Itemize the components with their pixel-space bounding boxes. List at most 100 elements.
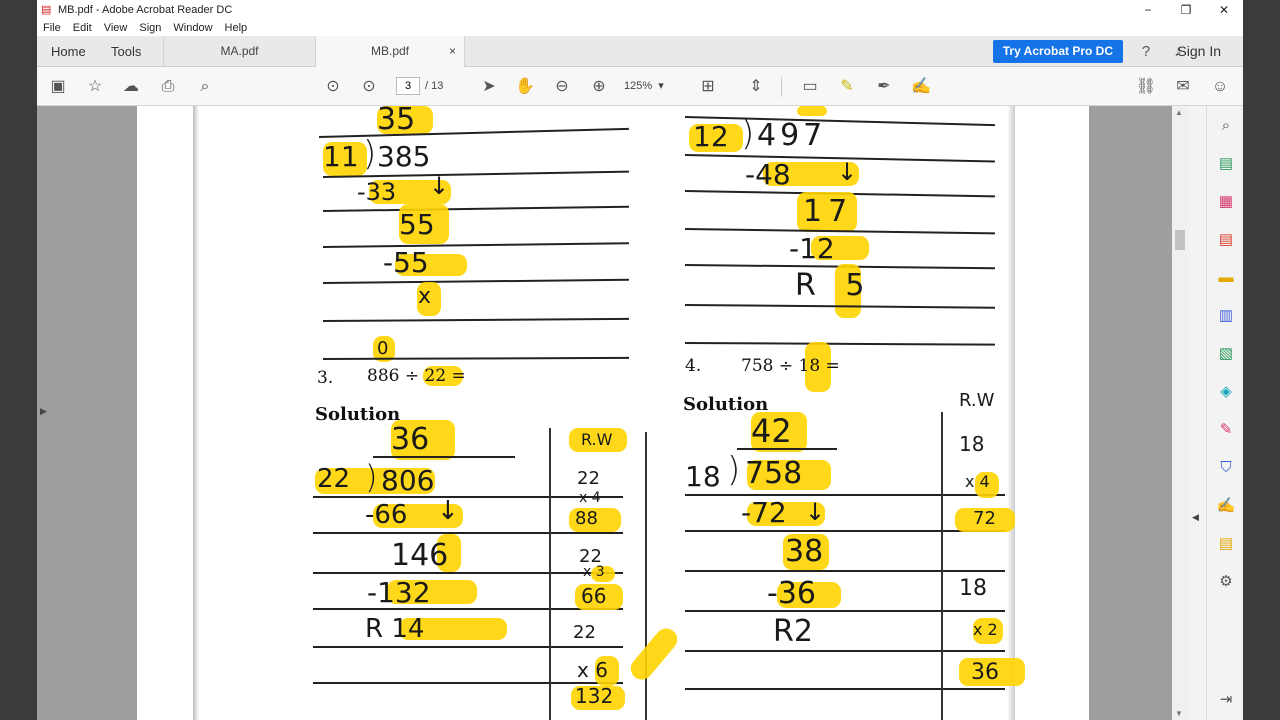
- toolbar: ▣ ☆ ☁ ⎙ ⌕ ⊙ ⊙ 3 / 13 ➤ ✋ ⊖ ⊕ 125% ▾ ⊞ ⇕ …: [37, 67, 1243, 106]
- p3-divisor: 22: [317, 464, 351, 494]
- title-bar: ▤ MB.pdf - Adobe Acrobat Reader DC − ❐ ✕: [37, 0, 1243, 20]
- restore-button[interactable]: ❐: [1167, 0, 1205, 20]
- export-pdf-icon[interactable]: ▤: [1216, 154, 1236, 174]
- left-top-step-4: x: [418, 284, 432, 309]
- create-pdf-icon[interactable]: ▤: [1216, 230, 1236, 250]
- p3-rough-item: 22: [573, 622, 596, 643]
- comment-panel-icon[interactable]: ▬: [1216, 268, 1236, 288]
- zoom-level-select[interactable]: 125% ▾: [624, 77, 678, 95]
- search-icon[interactable]: ⌕: [194, 76, 216, 98]
- tab-ma-pdf[interactable]: MA.pdf: [163, 36, 315, 67]
- hand-tool-icon[interactable]: ✋: [514, 76, 536, 98]
- draw-pen-icon[interactable]: ✒: [873, 76, 895, 98]
- problem-3-expression: 886 ÷ 22 =: [367, 366, 466, 386]
- fill-sign-panel-icon[interactable]: ✎: [1216, 420, 1236, 440]
- menu-sign[interactable]: Sign: [133, 20, 167, 36]
- pdf-page: 35 11 ) 385 -33 ↓ 55 -55 x 0 3. 886 ÷ 22…: [137, 106, 1089, 720]
- right-panel-toggle-icon[interactable]: ◀: [1192, 512, 1199, 523]
- collapse-panel-icon[interactable]: ⇥: [1216, 690, 1236, 710]
- previous-page-icon[interactable]: ⊙: [322, 76, 344, 98]
- zoom-search-icon[interactable]: ⌕: [1216, 116, 1236, 136]
- document-viewport[interactable]: ▶ 35 11 ) 385 -33 ↓ 55 -55 x 0 3. 886 ÷ …: [37, 106, 1199, 720]
- scrollbar-thumb[interactable]: [1175, 230, 1185, 250]
- problem-3-number: 3.: [317, 368, 334, 388]
- rule-line: [322, 317, 629, 322]
- upload-cloud-icon[interactable]: ☁: [120, 76, 142, 98]
- p3-correction-above: 0: [377, 338, 389, 359]
- menu-view[interactable]: View: [98, 20, 134, 36]
- p4-rough-item: 18: [959, 576, 987, 601]
- combine-files-icon[interactable]: ▥: [1216, 306, 1236, 326]
- compress-icon[interactable]: ▧: [1216, 344, 1236, 364]
- send-for-review-icon[interactable]: ▤: [1216, 534, 1236, 554]
- bookmark-star-icon[interactable]: ☆: [84, 76, 106, 98]
- organize-pages-icon[interactable]: ▦: [1216, 192, 1236, 212]
- highlighter-icon[interactable]: ✎: [836, 76, 858, 98]
- rule-line: [313, 608, 623, 610]
- rule-line: [685, 688, 1005, 690]
- minimize-button[interactable]: −: [1129, 0, 1167, 20]
- zoom-out-icon[interactable]: ⊖: [551, 76, 573, 98]
- rule-line: [685, 650, 1005, 652]
- rule-line: [313, 532, 623, 534]
- vertical-scrollbar[interactable]: ▲ ▼: [1172, 106, 1188, 720]
- menu-window[interactable]: Window: [167, 20, 218, 36]
- email-icon[interactable]: ✉: [1172, 76, 1194, 98]
- tab-home[interactable]: Home: [51, 36, 86, 67]
- rule-line: [685, 610, 1005, 612]
- request-signature-icon[interactable]: ✍: [1216, 496, 1236, 516]
- close-window-button[interactable]: ✕: [1205, 0, 1243, 20]
- left-panel-toggle-icon[interactable]: ▶: [40, 406, 47, 417]
- scroll-up-icon[interactable]: ▲: [1175, 108, 1183, 117]
- protect-shield-icon[interactable]: ⛉: [1216, 458, 1236, 478]
- p3-step-2: 146: [391, 538, 449, 573]
- select-cursor-icon[interactable]: ➤: [478, 76, 500, 98]
- p4-rough-header: R.W: [959, 390, 995, 411]
- p3-rough-item: 132: [575, 684, 614, 708]
- help-icon[interactable]: ?: [1136, 42, 1156, 62]
- tab-tools[interactable]: Tools: [111, 36, 141, 67]
- rule-line: [313, 572, 623, 574]
- print-icon[interactable]: ⎙: [157, 76, 179, 98]
- comment-icon[interactable]: ▭: [799, 76, 821, 98]
- tab-label: MB.pdf: [370, 44, 409, 58]
- close-tab-icon[interactable]: ×: [449, 36, 456, 67]
- share-link-icon[interactable]: ⛓: [1135, 76, 1157, 98]
- p3-dividend: 806: [381, 464, 435, 497]
- save-icon[interactable]: ▣: [47, 76, 69, 98]
- sign-in-link[interactable]: Sign In: [1177, 36, 1221, 67]
- page-fit-icon[interactable]: ⊞: [697, 76, 719, 98]
- page-number-input[interactable]: 3: [396, 77, 420, 95]
- solution-label-left: Solution: [315, 404, 401, 425]
- division-bracket: ): [363, 134, 377, 174]
- menu-file[interactable]: File: [37, 20, 67, 36]
- next-page-icon[interactable]: ⊙: [358, 76, 380, 98]
- p4-step-3: -36: [767, 576, 816, 611]
- menu-help[interactable]: Help: [219, 20, 254, 36]
- rule-line: [685, 494, 1005, 496]
- left-top-step-2: 55: [399, 208, 435, 241]
- p3-rough-item: x 3: [583, 564, 605, 580]
- scroll-mode-icon[interactable]: ⇕: [745, 76, 767, 98]
- zoom-in-icon[interactable]: ⊕: [588, 76, 610, 98]
- p4-step-1: -72: [741, 496, 787, 529]
- menu-edit[interactable]: Edit: [67, 20, 98, 36]
- rule-line: [322, 205, 629, 212]
- rule-line: [322, 278, 629, 284]
- scan-enhance-icon[interactable]: ◈: [1216, 382, 1236, 402]
- rule-line: [685, 530, 1005, 532]
- add-user-icon[interactable]: ☺: [1209, 76, 1231, 98]
- menu-bar: File Edit View Sign Window Help: [37, 20, 1243, 36]
- rule-line: [313, 496, 623, 498]
- window-title: MB.pdf - Adobe Acrobat Reader DC: [58, 4, 233, 16]
- p4-remainder: R2: [773, 614, 813, 649]
- scroll-down-icon[interactable]: ▼: [1175, 709, 1183, 718]
- try-acrobat-pro-button[interactable]: Try Acrobat Pro DC: [992, 40, 1123, 63]
- right-top-step-3: -12: [789, 232, 835, 265]
- tab-mb-pdf[interactable]: MB.pdf ×: [315, 36, 465, 67]
- more-tools-icon[interactable]: ⚙: [1216, 572, 1236, 592]
- p4-step-2: 38: [785, 534, 824, 569]
- fill-sign-icon[interactable]: ✍: [910, 76, 932, 98]
- rule-line: [313, 646, 623, 648]
- rough-work-divider: [549, 428, 551, 720]
